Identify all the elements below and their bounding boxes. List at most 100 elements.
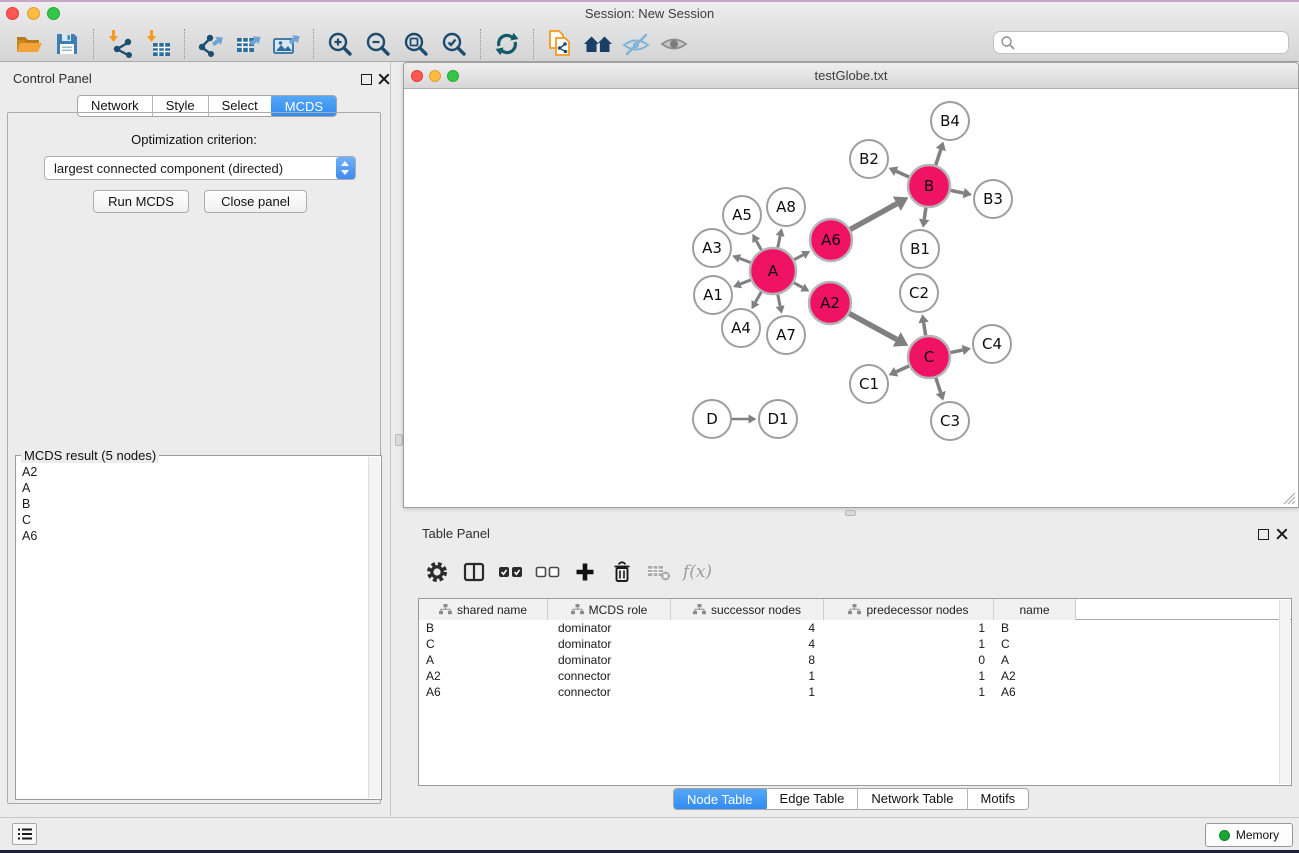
save-session-button[interactable]	[48, 27, 86, 61]
graph-edge-C-C3[interactable]	[935, 376, 940, 393]
table-cell[interactable]: 1	[824, 621, 994, 635]
task-history-button[interactable]	[12, 823, 37, 845]
table-cell[interactable]: dominator	[548, 653, 671, 667]
export-table-button[interactable]	[230, 27, 268, 61]
table-cell[interactable]: 1	[824, 685, 994, 699]
graph-edge-C-C1[interactable]	[896, 365, 910, 372]
table-cell[interactable]: 4	[671, 637, 824, 651]
column-header-shared-name[interactable]: shared name	[419, 599, 548, 620]
zoom-fit-button[interactable]	[397, 27, 435, 61]
table-row[interactable]: Cdominator41C	[419, 636, 1291, 652]
zoom-out-button[interactable]	[359, 27, 397, 61]
toggle-column-button[interactable]	[455, 555, 492, 589]
search-field[interactable]	[993, 31, 1289, 54]
network-window-titlebar[interactable]: testGlobe.txt	[404, 63, 1298, 89]
graph-edge-A6-B[interactable]	[849, 204, 897, 231]
close-panel-icon[interactable]	[378, 72, 390, 90]
first-neighbors-button[interactable]	[579, 27, 617, 61]
horizontal-splitter-handle[interactable]	[845, 510, 856, 516]
table-cell[interactable]: A	[419, 653, 548, 667]
table-cell[interactable]: connector	[548, 669, 671, 683]
table-cell[interactable]: A	[994, 653, 1076, 667]
hide-unselected-button[interactable]	[617, 27, 655, 61]
table-cell[interactable]: 1	[671, 669, 824, 683]
table-cell[interactable]: dominator	[548, 637, 671, 651]
column-header-name[interactable]: name	[994, 599, 1076, 620]
table-cell[interactable]: 4	[671, 621, 824, 635]
zoom-in-button[interactable]	[321, 27, 359, 61]
table-cell[interactable]: 1	[824, 637, 994, 651]
table-cell[interactable]: A6	[994, 685, 1076, 699]
refresh-button[interactable]	[488, 27, 526, 61]
table-cell[interactable]: B	[419, 621, 548, 635]
table-cell[interactable]: 1	[824, 669, 994, 683]
search-input[interactable]	[1016, 34, 1288, 52]
resize-grip-icon[interactable]	[1283, 492, 1296, 505]
table-row[interactable]: Adominator80A	[419, 652, 1291, 668]
delete-column-button[interactable]	[603, 555, 640, 589]
table-cell[interactable]: dominator	[548, 621, 671, 635]
float-table-panel-icon[interactable]	[1258, 527, 1269, 545]
mcds-result-item[interactable]: C	[22, 512, 365, 528]
vertical-splitter-handle[interactable]	[395, 434, 403, 446]
close-panel-button[interactable]: Close panel	[204, 190, 307, 213]
mcds-result-item[interactable]: A6	[22, 528, 365, 544]
column-header-successor-nodes[interactable]: successor nodes	[671, 599, 824, 620]
table-scrollbar[interactable]	[1279, 600, 1290, 784]
run-mcds-button[interactable]: Run MCDS	[93, 190, 189, 213]
mcds-result-item[interactable]: A2	[22, 464, 365, 480]
node-table[interactable]: shared nameMCDS rolesuccessor nodes prede…	[418, 598, 1292, 786]
tab-motifs[interactable]: Motifs	[968, 789, 1029, 809]
duplicate-network-button[interactable]	[541, 27, 579, 61]
table-row[interactable]: A6connector11A6	[419, 684, 1291, 700]
window-title: Session: New Session	[0, 6, 1299, 21]
close-table-panel-icon[interactable]	[1276, 527, 1288, 545]
column-header-predecessor-nodes[interactable]: predecessor nodes	[824, 599, 994, 620]
mcds-result-item[interactable]: B	[22, 496, 365, 512]
deselect-all-button[interactable]	[529, 555, 566, 589]
table-cell[interactable]: C	[419, 637, 548, 651]
table-cell[interactable]: A6	[419, 685, 548, 699]
mcds-result-list[interactable]: A2ABCA6	[22, 464, 365, 795]
table-cell[interactable]: connector	[548, 685, 671, 699]
network-graph[interactable]: AA1A2A3A4A5A6A7A8BB1B2B3B4CC1C2C3C4DD1	[405, 90, 1298, 507]
memory-button[interactable]: Memory	[1205, 823, 1293, 847]
table-cell[interactable]: C	[994, 637, 1076, 651]
criterion-dropdown[interactable]: largest connected component (directed)	[44, 156, 356, 180]
column-header-filler	[1076, 599, 1291, 620]
show-all-button[interactable]	[655, 27, 693, 61]
function-builder-button[interactable]: f(x)	[677, 555, 714, 589]
select-all-button[interactable]	[492, 555, 529, 589]
open-file-button[interactable]	[10, 27, 48, 61]
graph-edge-B-B4[interactable]	[935, 149, 941, 167]
table-cell[interactable]: 0	[824, 653, 994, 667]
column-header-label: predecessor nodes	[866, 603, 968, 617]
mcds-result-scrollbar[interactable]	[368, 457, 380, 798]
column-header-mcds-role[interactable]: MCDS role	[548, 599, 671, 620]
delete-table-button[interactable]	[640, 555, 677, 589]
tab-network-table[interactable]: Network Table	[858, 789, 967, 809]
graph-edge-A2-C[interactable]	[848, 313, 897, 340]
import-table-button[interactable]	[139, 27, 177, 61]
network-canvas[interactable]: AA1A2A3A4A5A6A7A8BB1B2B3B4CC1C2C3C4DD1	[405, 90, 1298, 507]
table-row[interactable]: A2connector11A2	[419, 668, 1291, 684]
graph-edge-B-B3[interactable]	[949, 190, 964, 193]
tab-node-table[interactable]: Node Table	[673, 788, 768, 810]
export-network-button[interactable]	[192, 27, 230, 61]
table-cell[interactable]: 1	[671, 685, 824, 699]
table-row[interactable]: Bdominator41B	[419, 620, 1291, 636]
table-cell[interactable]: A2	[994, 669, 1076, 683]
export-image-button[interactable]	[268, 27, 306, 61]
table-cell[interactable]: 8	[671, 653, 824, 667]
table-settings-button[interactable]	[418, 555, 455, 589]
graph-edge-B-B2[interactable]	[896, 171, 910, 178]
float-panel-icon[interactable]	[361, 72, 372, 90]
table-cell[interactable]: B	[994, 621, 1076, 635]
tab-edge-table[interactable]: Edge Table	[767, 789, 859, 809]
zoom-selected-button[interactable]	[435, 27, 473, 61]
table-cell[interactable]: A2	[419, 669, 548, 683]
toolbar-separator	[533, 29, 534, 59]
add-column-button[interactable]	[566, 555, 603, 589]
import-network-button[interactable]	[101, 27, 139, 61]
mcds-result-item[interactable]: A	[22, 480, 365, 496]
